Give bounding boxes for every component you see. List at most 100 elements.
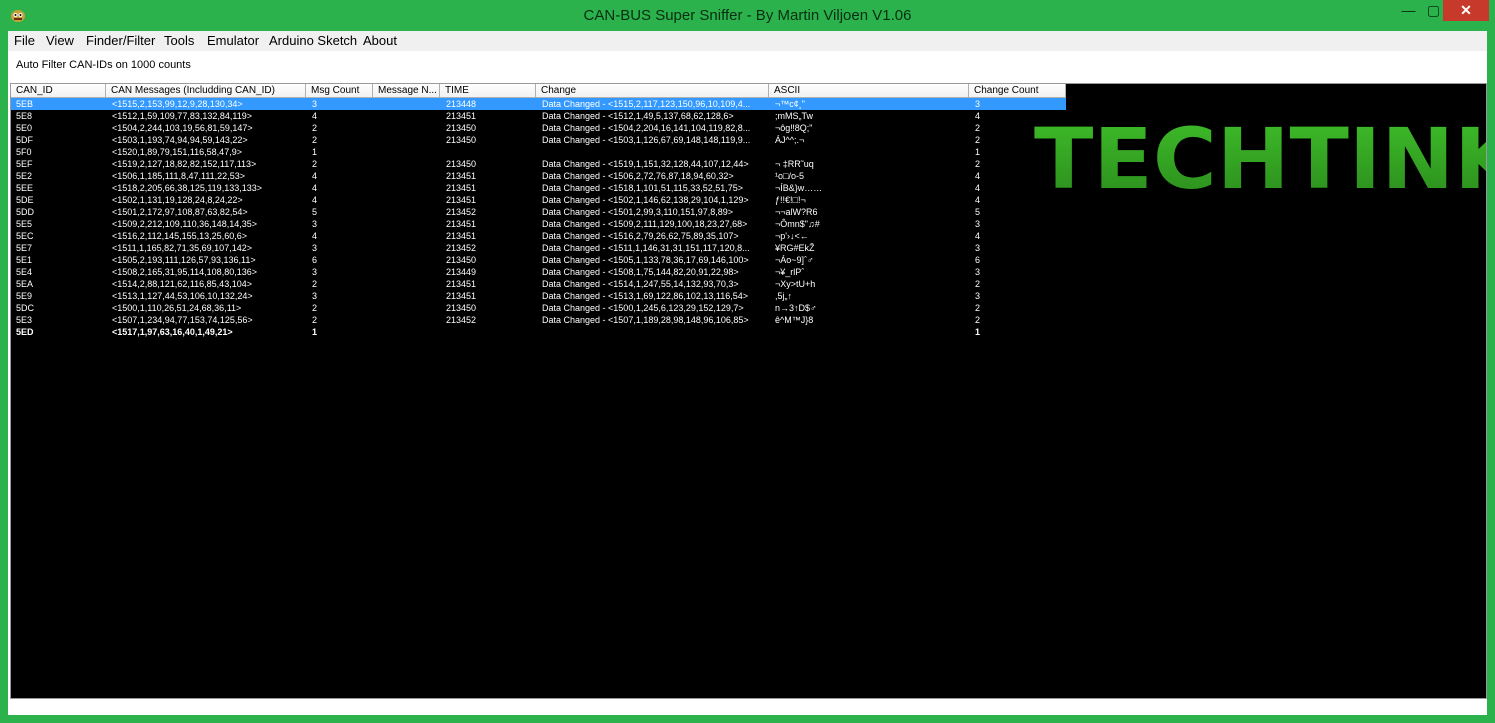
table-row[interactable]: 5E7 <1511,1,165,82,71,35,69,107,142> 3 2134… <box>11 242 1066 254</box>
cell-can-id: 5E1 <box>16 255 33 265</box>
cell-time: 213452 <box>446 315 477 325</box>
cell-change-count: 3 <box>975 291 981 301</box>
table-row[interactable]: 5E1 <1505,2,193,111,126,57,93,136,11> 6 213… <box>11 254 1066 266</box>
cell-change-count: 3 <box>975 243 981 253</box>
column-header-ascii[interactable]: ASCII <box>769 84 969 98</box>
cell-ascii: ƒ!!€!□!¬ <box>775 195 806 205</box>
cell-can-id: 5DC <box>16 303 35 313</box>
cell-change: Data Changed - <1518,1,101,51,115,33,52,… <box>542 183 744 193</box>
cell-can-message: <1512,1,59,109,77,83,132,84,119> <box>112 111 252 121</box>
cell-ascii <box>775 146 965 158</box>
cell-change: Data Changed - <1500,1,245,6,123,29,152,… <box>542 303 744 313</box>
cell-can-id: 5E9 <box>16 291 33 301</box>
table-row[interactable]: 5EB <1515,2,153,99,12,9,28,130,34> 3 213448… <box>11 98 1066 110</box>
table-row[interactable]: 5E9 <1513,1,127,44,53,106,10,132,24> 3 2134… <box>11 290 1066 302</box>
cell-ascii: ¬™c¢¸" <box>775 99 805 109</box>
table-row[interactable]: 5EC <1516,2,112,145,155,13,25,60,6> 4 21345… <box>11 230 1066 242</box>
cell-msg-count: 2 <box>312 279 318 289</box>
cell-time: 213451 <box>446 171 477 181</box>
cell-can-message: <1509,2,212,109,110,36,148,14,35> <box>112 219 257 229</box>
cell-can-id: 5DF <box>16 135 34 145</box>
menu-view[interactable]: View <box>46 33 74 49</box>
menu-arduino-sketch[interactable]: Arduino Sketch <box>269 33 357 49</box>
column-header-can-id[interactable]: CAN_ID <box>11 84 106 98</box>
cell-time: 213450 <box>446 135 477 145</box>
table-row[interactable]: 5E5 <1509,2,212,109,110,36,148,14,35> 3 213… <box>11 218 1066 230</box>
table-row[interactable]: 5EE <1518,2,205,66,38,125,119,133,133> 4 21… <box>11 182 1066 194</box>
cell-msg-count: 3 <box>312 99 318 109</box>
cell-can-message: <1507,1,234,94,77,153,74,125,56> <box>112 315 253 325</box>
cell-can-id: 5E8 <box>16 111 33 121</box>
table-row[interactable]: 5E8 <1512,1,59,109,77,83,132,84,119> 4 2134… <box>11 110 1066 122</box>
cell-can-message: <1520,1,89,79,151,116,58,47,9> <box>112 147 242 157</box>
cell-time: 213450 <box>446 255 477 265</box>
cell-ascii: ¬¥_rlPˆ <box>775 267 805 277</box>
cell-msg-count: 3 <box>312 219 318 229</box>
menu-finder-filter[interactable]: Finder/Filter <box>86 33 155 49</box>
column-header-time[interactable]: TIME <box>440 84 536 98</box>
cell-can-id: 5EC <box>16 231 34 241</box>
cell-can-message: <1519,2,127,18,82,82,152,117,113> <box>112 159 257 169</box>
cell-ascii: ¹o□/o-5 <box>775 171 804 181</box>
cell-time: 213451 <box>446 279 477 289</box>
close-button[interactable]: ✕ <box>1443 0 1489 21</box>
cell-msg-count: 3 <box>312 267 318 277</box>
cell-change-count: 2 <box>975 279 981 289</box>
table-row[interactable]: 5E3 <1507,1,234,94,77,153,74,125,56> 2 2134… <box>11 314 1066 326</box>
table-row[interactable]: 5E0 <1504,2,244,103,19,56,81,59,147> 2 2134… <box>11 122 1066 134</box>
cell-ascii: ¬Ômn$"♫# <box>775 219 820 229</box>
table-row[interactable]: 5EA <1514,2,88,121,62,116,85,43,104> 2 2134… <box>11 278 1066 290</box>
column-header-change[interactable]: Change <box>536 84 769 98</box>
cell-can-id: 5EE <box>16 183 34 193</box>
cell-change: Data Changed - <1505,1,133,78,36,17,69,1… <box>542 255 749 265</box>
cell-can-message: <1502,1,131,19,128,24,8,24,22> <box>112 195 243 205</box>
can-message-grid[interactable]: CAN_ID CAN Messages (Includding CAN_ID) … <box>10 83 1487 699</box>
cell-time <box>446 146 536 158</box>
techtinker-logo: TECHTINKI <box>1034 114 1486 204</box>
menu-tools[interactable]: Tools <box>164 33 194 49</box>
menu-emulator[interactable]: Emulator <box>207 33 259 49</box>
cell-ascii: ¬ÍB&}w…… <box>775 183 823 193</box>
cell-can-message: <1515,2,153,99,12,9,28,130,34> <box>112 99 243 109</box>
column-header-change-count[interactable]: Change Count <box>969 84 1066 98</box>
table-row[interactable]: 5DC <1500,1,110,26,51,24,68,36,11> 2 213450… <box>11 302 1066 314</box>
cell-msg-count: 4 <box>312 171 318 181</box>
cell-change-count: 2 <box>975 303 981 313</box>
cell-can-message: <1511,1,165,82,71,35,69,107,142> <box>112 243 252 253</box>
table-row[interactable]: 5F0 <1520,1,89,79,151,116,58,47,9> 1 1 <box>11 146 1066 158</box>
column-header-msg-count[interactable]: Msg Count <box>306 84 373 98</box>
table-row[interactable]: 5DE <1502,1,131,19,128,24,8,24,22> 4 213451… <box>11 194 1066 206</box>
table-row[interactable]: 5ED <1517,1,97,63,16,40,1,49,21> 1 1 <box>11 326 1066 338</box>
cell-time: 213452 <box>446 207 477 217</box>
menu-about[interactable]: About <box>363 33 397 49</box>
cell-msg-count: 5 <box>312 207 318 217</box>
table-row[interactable]: 5DD <1501,2,172,97,108,87,63,82,54> 5 21345… <box>11 206 1066 218</box>
cell-can-message: <1508,2,165,31,95,114,108,80,136> <box>112 267 257 277</box>
cell-change <box>542 326 767 338</box>
table-row[interactable]: 5E4 <1508,2,165,31,95,114,108,80,136> 3 213… <box>11 266 1066 278</box>
cell-can-message: <1518,2,205,66,38,125,119,133,133> <box>112 183 262 193</box>
cell-change: Data Changed - <1508,1,75,144,82,20,91,2… <box>542 267 739 277</box>
cell-change: Data Changed - <1501,2,99,3,110,151,97,8… <box>542 207 733 217</box>
table-row[interactable]: 5EF <1519,2,127,18,82,82,152,117,113> 2 213… <box>11 158 1066 170</box>
cell-ascii: ¥RG#EkŽ <box>775 243 815 253</box>
menu-file[interactable]: File <box>14 33 35 49</box>
cell-can-message: <1516,2,112,145,155,13,25,60,6> <box>112 231 247 241</box>
table-row[interactable]: 5E2 <1506,1,185,111,8,47,111,22,53> 4 21345… <box>11 170 1066 182</box>
cell-time: 213451 <box>446 219 477 229</box>
cell-can-id: 5EB <box>16 99 34 109</box>
title-bar[interactable]: CAN-BUS Super Sniffer - By Martin Viljoe… <box>0 0 1495 31</box>
cell-can-message: <1517,1,97,63,16,40,1,49,21> <box>112 327 233 337</box>
cell-msg-count: 2 <box>312 315 318 325</box>
column-header-can-messages[interactable]: CAN Messages (Includding CAN_ID) <box>106 84 306 98</box>
cell-msg-count: 1 <box>312 327 318 337</box>
cell-ascii: ¬ ‡RR˜uq <box>775 159 814 169</box>
cell-change-count: 3 <box>975 219 981 229</box>
cell-time: 213450 <box>446 303 477 313</box>
column-header-message-n[interactable]: Message N... <box>373 84 440 98</box>
table-row[interactable]: 5DF <1503,1,193,74,94,94,59,143,22> 2 21345… <box>11 134 1066 146</box>
cell-ascii: ê^M™J}8 <box>775 315 814 325</box>
cell-change: Data Changed - <1507,1,189,28,98,148,96,… <box>542 315 749 325</box>
minimize-button[interactable]: — <box>1395 0 1422 21</box>
cell-change-count: 5 <box>975 207 981 217</box>
